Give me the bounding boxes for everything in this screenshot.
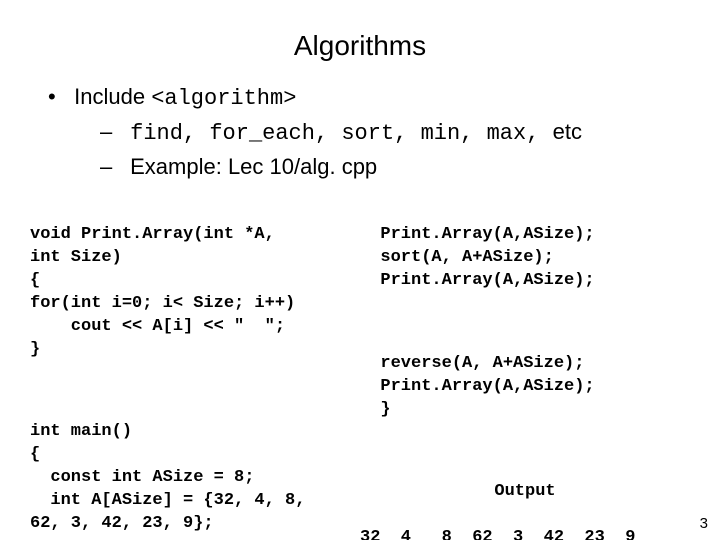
code-column-right: Print.Array(A,ASize); sort(A, A+ASize); … <box>360 201 690 540</box>
code-calls-b: reverse(A, A+ASize); Print.Array(A,ASize… <box>360 353 690 422</box>
spacer <box>360 316 690 330</box>
bullet-list: • Include <algorithm> – find, for_each, … <box>30 80 690 183</box>
code-printarray: void Print.Array(int *A, int Size) { for… <box>30 224 360 362</box>
bullet-include-code: <algorithm> <box>151 86 296 111</box>
bullet-functions-code: find, for_each, sort, min, max, <box>130 121 552 146</box>
output-line-1: 32 4 8 62 3 42 23 9 <box>360 528 635 540</box>
bullet-include-text: Include <box>74 84 151 109</box>
code-columns: void Print.Array(int *A, int Size) { for… <box>30 201 690 540</box>
slide-title: Algorithms <box>30 30 690 62</box>
bullet-include: • Include <algorithm> <box>48 80 690 115</box>
bullet-functions: – find, for_each, sort, min, max, etc <box>100 115 690 150</box>
bullet-dot-icon: • <box>48 80 68 113</box>
bullet-dash-icon: – <box>100 115 124 148</box>
output-block: Output 32 4 8 62 3 42 23 9 3 4 8 9 23 32… <box>360 458 690 540</box>
bullet-example-text: Example: Lec 10/alg. cpp <box>130 154 377 179</box>
bullet-functions-tail: etc <box>553 119 582 144</box>
code-calls-a: Print.Array(A,ASize); sort(A, A+ASize); … <box>360 224 690 293</box>
code-column-left: void Print.Array(int *A, int Size) { for… <box>30 201 360 540</box>
slide: Algorithms • Include <algorithm> – find,… <box>0 0 720 540</box>
output-label: Output <box>360 481 690 504</box>
spacer <box>30 385 360 399</box>
bullet-example: – Example: Lec 10/alg. cpp <box>100 150 690 183</box>
code-main: int main() { const int ASize = 8; int A[… <box>30 421 360 536</box>
bullet-dash-icon: – <box>100 150 124 183</box>
page-number: 3 <box>700 515 708 532</box>
